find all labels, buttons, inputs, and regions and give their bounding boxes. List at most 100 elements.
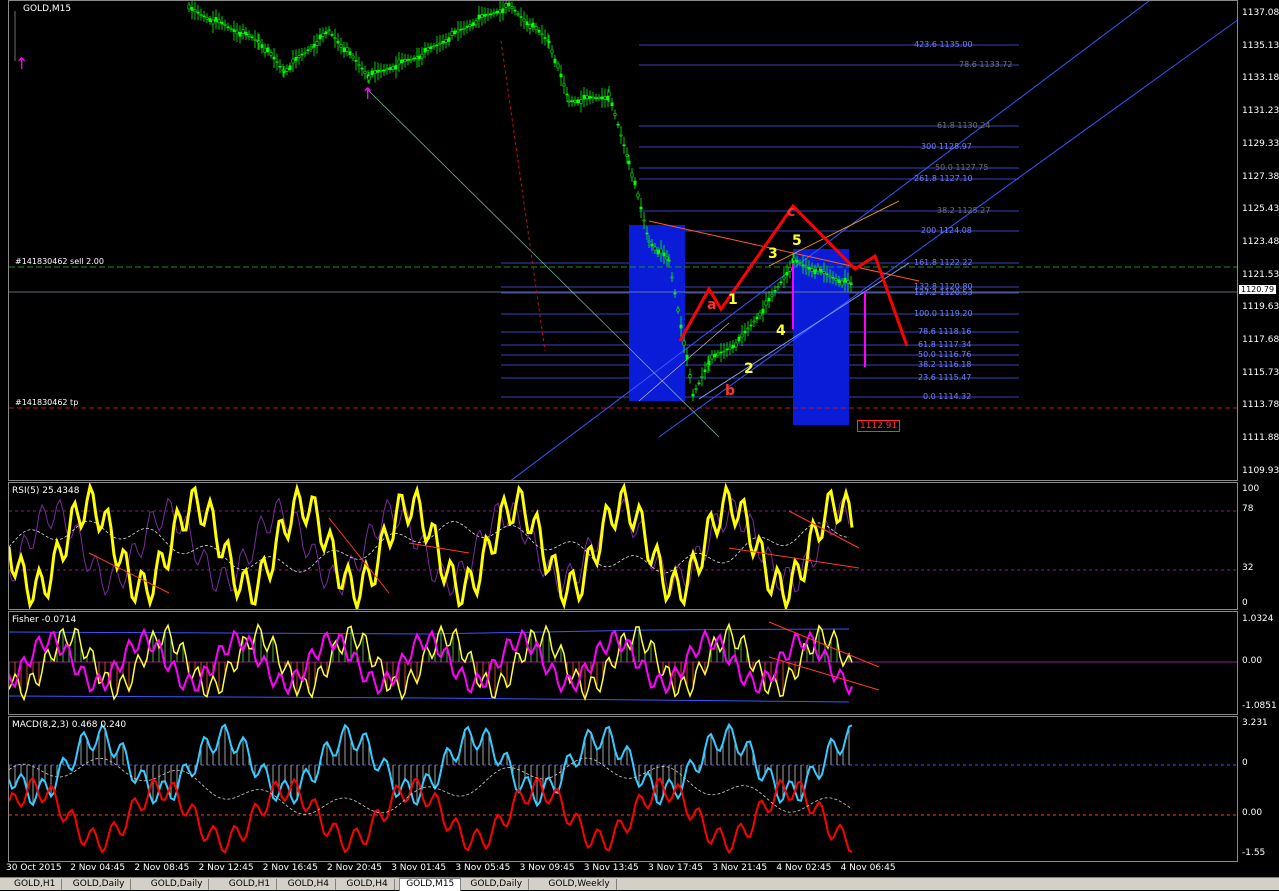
candle-body: [570, 100, 574, 102]
candle-body: [665, 256, 669, 260]
left-margin: [0, 0, 8, 862]
candle-body: [534, 26, 538, 30]
price-axis-label: 1125.43: [1242, 204, 1279, 215]
chart-tab[interactable]: GOLD,Daily: [67, 879, 132, 890]
dotted-line: [500, 40, 546, 352]
candle-body: [540, 33, 544, 36]
candle-body: [737, 336, 741, 342]
price-axis[interactable]: 1137.08 1135.13 1133.18 1131.23 1129.33 1127.…: [1239, 0, 1279, 481]
candle-body: [507, 2, 511, 7]
fib-level-label: 23.6 1115.47: [918, 373, 972, 382]
candle-body: [758, 312, 762, 317]
fib-level-label: 261.8 1127.10: [914, 174, 973, 183]
candle-body: [749, 324, 753, 327]
chart-tabs: GOLD,H1 GOLD,Daily GOLD,Daily GOLD,H1 GOLD,H…: [0, 877, 1279, 891]
candle-body: [547, 40, 551, 44]
candle-body: [743, 330, 747, 334]
chart-tab[interactable]: GOLD,H4: [340, 879, 395, 890]
candle-body: [412, 57, 416, 60]
candle-body: [688, 374, 692, 378]
candle-body: [250, 36, 254, 39]
candle-body: [667, 259, 671, 262]
candle-body: [351, 55, 355, 59]
main-chart-canvas: ↑↑: [9, 1, 1237, 480]
candle-body: [804, 265, 808, 268]
candle-body: [594, 97, 598, 99]
candle-body: [388, 67, 392, 70]
candle-body: [613, 113, 617, 116]
candle-body: [397, 59, 401, 65]
time-axis: 30 Oct 2015 2 Nov 04:45 2 Nov 08:45 2 Nov 1…: [0, 862, 1279, 877]
candle-body: [385, 68, 389, 71]
candle-body: [426, 47, 430, 51]
candle-body: [477, 14, 481, 20]
time-axis-label: 3 Nov 09:45: [519, 863, 575, 873]
candle-body: [710, 354, 714, 360]
candle-body: [700, 376, 704, 378]
rsi-axis-0: 0: [1242, 598, 1248, 608]
candle-body: [444, 39, 448, 43]
candle-body: [731, 344, 735, 349]
fib-level-label: 50.0 1116.76: [918, 350, 972, 359]
fisher-lower-band: [9, 695, 850, 703]
main-chart-pane[interactable]: ↑ ↑ GOLD,M15 #141830462 sell 2.00 #141830…: [8, 0, 1238, 481]
price-axis-label: 1115.73: [1242, 367, 1279, 378]
candle-body: [193, 9, 197, 13]
time-axis-label: 3 Nov 17:45: [648, 863, 703, 873]
price-axis-label: 1111.88: [1242, 433, 1279, 444]
fib-level-label: 300 1128.97: [921, 142, 972, 151]
candle-body: [453, 30, 457, 35]
chart-tab[interactable]: GOLD,Weekly: [542, 879, 617, 890]
chart-tab[interactable]: GOLD,H4: [282, 879, 336, 890]
sell-order-label[interactable]: #141830462 sell 2.00: [15, 257, 104, 266]
candle-body: [263, 47, 267, 53]
chart-tab[interactable]: GOLD,Daily: [145, 879, 210, 890]
wave-label-1: 1: [728, 292, 738, 308]
candle-body: [315, 41, 319, 46]
fib-level-label: 38.2 1116.18: [918, 360, 972, 369]
price-axis-label: 1119.63: [1242, 302, 1279, 313]
candle-body: [728, 346, 732, 350]
tp-order-label[interactable]: #141830462 tp: [15, 398, 78, 407]
chart-tab[interactable]: GOLD,H1: [223, 879, 278, 890]
candle-body: [676, 308, 680, 312]
candle-body: [636, 193, 640, 198]
rsi-axis-78: 78: [1242, 504, 1254, 514]
time-axis-label: 2 Nov 04:45: [70, 863, 126, 873]
candle-body: [367, 75, 371, 81]
candle-body: [432, 45, 436, 48]
candle-body: [363, 71, 367, 74]
price-axis-label: 1121.53: [1242, 269, 1279, 280]
rsi-pane[interactable]: RSI(5) 25.4348: [8, 482, 1238, 610]
candle-body: [562, 83, 566, 87]
candle-body: [447, 37, 451, 42]
chart-tab[interactable]: GOLD,Daily: [464, 879, 530, 890]
candle-body: [486, 13, 490, 16]
candle-body: [785, 271, 789, 276]
time-axis-label: 3 Nov 13:45: [583, 863, 639, 873]
candle-body: [406, 59, 410, 61]
wave-label-a: a: [707, 297, 717, 313]
price-axis-label: 1135.13: [1242, 40, 1279, 51]
candle-body: [647, 240, 651, 243]
candle-body: [525, 21, 529, 26]
macd-pane[interactable]: MACD(8,2,3) 0.468 0.240: [8, 716, 1238, 862]
candle-body: [285, 68, 289, 72]
candle-body: [370, 70, 374, 76]
chart-tab[interactable]: GOLD,H1: [8, 879, 63, 890]
candle-body: [456, 29, 460, 33]
time-axis-label: 4 Nov 02:45: [776, 863, 832, 873]
candle-body: [619, 134, 623, 137]
fisher-pane[interactable]: Fisher -0.0714: [8, 611, 1238, 715]
candle-body: [462, 27, 466, 30]
candle-body: [752, 320, 756, 323]
macd-axis-zero2: 0.00: [1242, 808, 1263, 818]
chart-tab[interactable]: GOLD,M15: [399, 878, 462, 891]
candle-body: [740, 333, 744, 338]
candle-body: [291, 58, 295, 64]
candle-body: [755, 316, 759, 320]
candle-body: [244, 31, 248, 36]
macd-axis-zero: 0: [1242, 758, 1248, 768]
price-axis-label: 1109.93: [1242, 465, 1279, 476]
candle-body: [235, 30, 239, 35]
